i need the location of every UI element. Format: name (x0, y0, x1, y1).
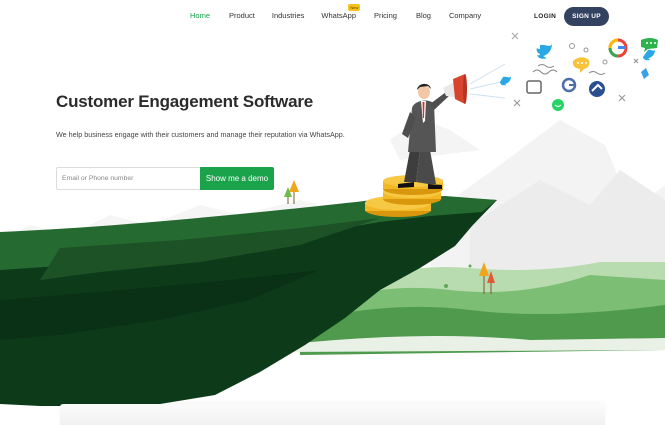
cliff (0, 196, 497, 406)
twitter-icon (500, 76, 511, 86)
nav-blog-link[interactable]: Blog (416, 11, 431, 20)
google-icon (561, 77, 577, 93)
hero-subtitle: We help business engage with their custo… (56, 130, 345, 139)
chat-bubble-icon (641, 38, 658, 52)
signup-button[interactable]: SIGN UP (564, 7, 609, 26)
nav-home-link[interactable]: Home (190, 11, 210, 20)
login-link[interactable]: LOGIN (534, 13, 556, 20)
small-trees (284, 180, 495, 294)
new-badge: New (348, 4, 361, 11)
email-phone-input[interactable] (56, 167, 200, 190)
coin-stack (365, 175, 443, 217)
google-icon (608, 38, 628, 58)
whatsapp-icon (552, 99, 564, 111)
chat-bubble-icon (526, 80, 542, 94)
show-demo-button[interactable]: Show me a demo (200, 167, 274, 190)
twitter-icon (536, 44, 552, 59)
next-section-edge (60, 404, 605, 425)
nav-links: Home Product Industries WhatsApp New Pri… (190, 4, 481, 20)
top-nav: Home Product Industries WhatsApp New Pri… (0, 0, 665, 32)
hero-title: Customer Engagement Software (56, 92, 314, 111)
nav-company-link[interactable]: Company (449, 11, 481, 20)
nav-whatsapp-link[interactable]: WhatsApp (321, 11, 356, 20)
nav-pricing-link[interactable]: Pricing (374, 11, 397, 20)
gauge-icon (589, 81, 605, 97)
hero-illustration (0, 32, 665, 406)
social-icon-cloud (500, 32, 658, 111)
nav-industries-link[interactable]: Industries (272, 11, 305, 20)
twitter-icon (643, 49, 655, 61)
diamond-icon (641, 68, 649, 79)
nav-whatsapp-item[interactable]: WhatsApp New (321, 4, 361, 20)
chat-bubble-icon (572, 57, 590, 73)
background-mountains (0, 118, 665, 300)
businessman-with-megaphone (398, 63, 511, 189)
nav-product-link[interactable]: Product (229, 11, 255, 20)
green-hills (280, 262, 665, 355)
